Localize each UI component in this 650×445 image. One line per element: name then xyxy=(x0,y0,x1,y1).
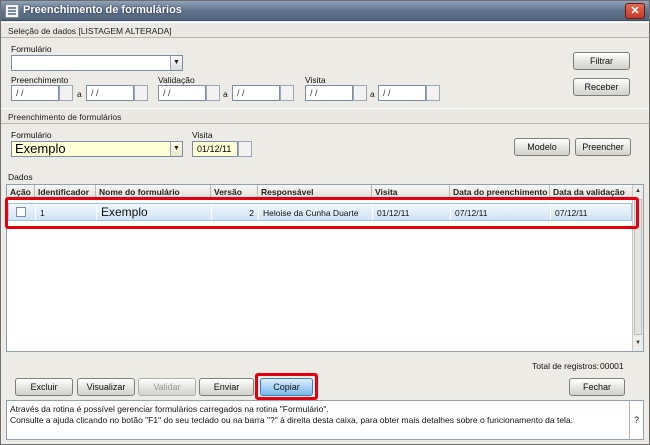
preenchimento-from-date[interactable]: / / xyxy=(11,85,59,101)
filter-formulario-select[interactable] xyxy=(11,55,183,71)
title-bar: Preenchimento de formulários ✕ xyxy=(1,1,649,21)
visita-to-date[interactable]: / / xyxy=(378,85,426,101)
receber-button[interactable]: Receber xyxy=(573,78,630,96)
filter-formulario-label: Formulário xyxy=(11,44,52,54)
modelo-button[interactable]: Modelo xyxy=(514,138,570,156)
window-title: Preenchimento de formulários xyxy=(23,4,182,16)
validar-button[interactable]: Validar xyxy=(138,378,196,396)
main-window: Preenchimento de formulários ✕ Seleção d… xyxy=(0,0,650,445)
preenchimento-from-calendar[interactable] xyxy=(59,85,73,101)
form-visita-date[interactable]: 01/12/11 xyxy=(192,141,238,157)
selecao-header: Seleção de dados [LISTAGEM ALTERADA] xyxy=(1,22,649,38)
range-a-label: a xyxy=(223,89,228,99)
validacao-from-date[interactable]: / / xyxy=(158,85,206,101)
help-line-1: Através da rotina é possível gerenciar f… xyxy=(10,404,329,414)
form-visita-calendar[interactable] xyxy=(238,141,252,157)
visita-to-calendar[interactable] xyxy=(426,85,440,101)
validacao-to-calendar[interactable] xyxy=(280,85,294,101)
row-highlight-box xyxy=(5,197,639,229)
preencher-button[interactable]: Preencher xyxy=(575,138,631,156)
preenchimento-label: Preenchimento xyxy=(11,75,69,85)
filtrar-button[interactable]: Filtrar xyxy=(573,52,630,70)
total-registros-value: 00001 xyxy=(600,361,624,371)
preenchimento-header: Preenchimento de formulários xyxy=(1,108,649,124)
validacao-to-date[interactable]: / / xyxy=(232,85,280,101)
window-form-icon xyxy=(5,4,19,18)
preenchimento-to-date[interactable]: / / xyxy=(86,85,134,101)
help-text-box: Através da rotina é possível gerenciar f… xyxy=(6,400,644,440)
visita-from-date[interactable]: / / xyxy=(305,85,353,101)
scroll-down-icon[interactable]: ▼ xyxy=(633,337,643,349)
form-formulario-label: Formulário xyxy=(11,130,52,140)
copiar-highlight-box xyxy=(255,373,318,400)
enviar-button[interactable]: Enviar xyxy=(199,378,254,396)
visualizar-button[interactable]: Visualizar xyxy=(77,378,135,396)
form-visita-label: Visita xyxy=(192,130,213,140)
preenchimento-to-calendar[interactable] xyxy=(134,85,148,101)
close-button[interactable]: ✕ xyxy=(625,3,645,19)
help-line-2: Consulte a ajuda clicando no botão "F1" … xyxy=(10,415,574,425)
form-formulario-select[interactable]: Exemplo xyxy=(11,141,183,157)
total-registros-label: Total de registros: xyxy=(532,361,600,371)
fechar-button[interactable]: Fechar xyxy=(569,378,625,396)
scroll-up-icon[interactable]: ▲ xyxy=(633,185,643,197)
excluir-button[interactable]: Excluir xyxy=(15,378,73,396)
chevron-down-icon[interactable]: ▼ xyxy=(170,56,182,70)
dados-label: Dados xyxy=(8,172,33,182)
chevron-down-icon[interactable]: ▼ xyxy=(170,142,182,156)
visita-filter-label: Visita xyxy=(305,75,326,85)
range-a-label: a xyxy=(370,89,375,99)
range-a-label: a xyxy=(77,89,82,99)
help-question-button[interactable]: ? xyxy=(629,401,643,439)
validacao-from-calendar[interactable] xyxy=(206,85,220,101)
validacao-label: Validação xyxy=(158,75,195,85)
visita-from-calendar[interactable] xyxy=(353,85,367,101)
